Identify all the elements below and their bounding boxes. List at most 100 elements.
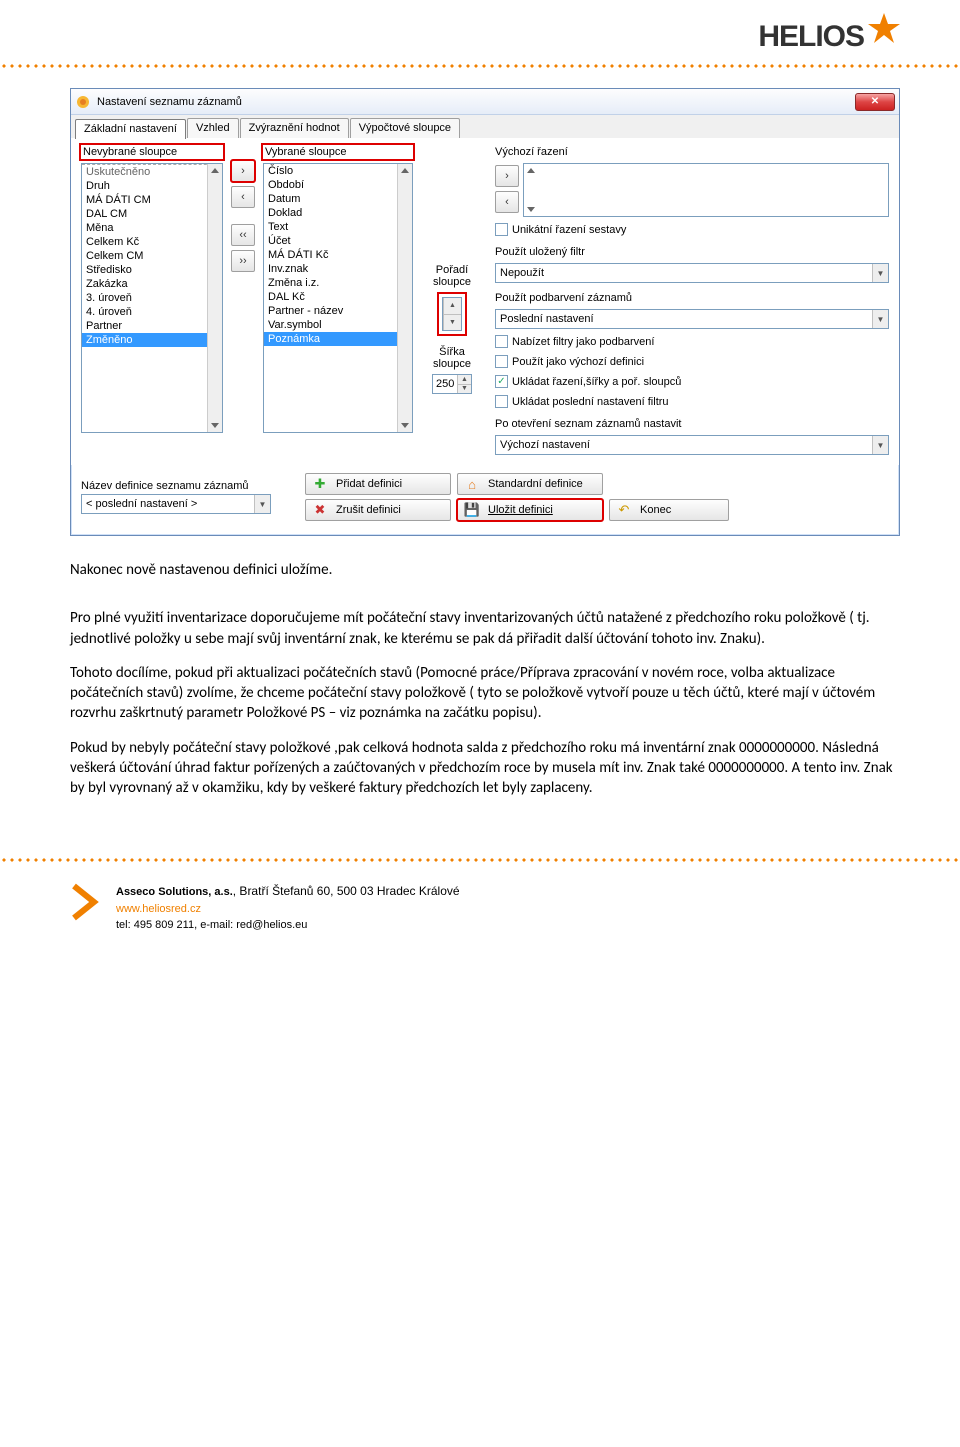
checkbox-icon <box>495 395 508 408</box>
button-label: Konec <box>640 504 671 516</box>
list-item[interactable]: Číslo <box>264 164 412 178</box>
sort-add-button[interactable]: › <box>495 165 519 187</box>
close-button[interactable]: ✕ <box>855 93 895 111</box>
document-body: Nakonec nově nastavenou definici uložíme… <box>70 560 900 798</box>
list-item[interactable]: Zakázka <box>82 277 222 291</box>
tab-computed[interactable]: Výpočtové sloupce <box>350 118 460 138</box>
scrollbar[interactable] <box>397 164 412 432</box>
definition-name-label: Název definice seznamu záznamů <box>81 480 295 492</box>
list-item[interactable]: Druh <box>82 179 222 193</box>
saved-filter-label: Použít uložený filtr <box>495 246 889 258</box>
window-icon <box>75 94 91 110</box>
home-icon: ⌂ <box>464 476 480 492</box>
spin-up-icon[interactable]: ▲ <box>443 298 461 315</box>
paragraph: Pokud by nebyly počáteční stavy položkov… <box>70 738 900 799</box>
list-item[interactable]: Datum <box>264 192 412 206</box>
use-as-default-checkbox[interactable]: Použít jako výchozí definici <box>495 354 889 369</box>
list-item[interactable]: 4. úroveň <box>82 305 222 319</box>
list-item[interactable]: Partner <box>82 319 222 333</box>
double-chevron-right-icon: ›› <box>239 255 246 267</box>
column-width-label: Šířka sloupce <box>421 346 483 370</box>
footer-website: www.heliosred.cz <box>116 901 460 918</box>
delete-icon: ✖ <box>312 502 328 518</box>
column-order-spinner[interactable]: ▲ ▼ <box>442 297 462 331</box>
close-dialog-button[interactable]: ↶ Konec <box>609 499 729 521</box>
list-item[interactable]: DAL Kč <box>264 290 412 304</box>
move-all-right-button[interactable]: ›› <box>231 250 255 272</box>
tab-appearance[interactable]: Vzhled <box>187 118 239 138</box>
close-icon: ✕ <box>871 96 879 107</box>
checkbox-icon <box>495 223 508 236</box>
row-color-select[interactable]: Poslední nastavení ▼ <box>495 309 889 329</box>
list-item[interactable]: 3. úroveň <box>82 291 222 305</box>
list-item-selected[interactable]: Poznámka <box>264 332 412 346</box>
list-item[interactable]: Středisko <box>82 263 222 277</box>
checkbox-icon <box>495 335 508 348</box>
tab-basic[interactable]: Základní nastavení <box>75 119 186 139</box>
add-definition-button[interactable]: ✚ Přidat definici <box>305 473 451 495</box>
list-item[interactable]: Partner - název <box>264 304 412 318</box>
tab-highlight[interactable]: Zvýraznění hodnot <box>240 118 349 138</box>
checkbox-label: Ukládat poslední nastavení filtru <box>512 396 669 408</box>
separator-top <box>0 64 960 68</box>
checkbox-label: Ukládat řazení,šířky a poř. sloupců <box>512 376 681 388</box>
unique-sort-checkbox[interactable]: Unikátní řazení sestavy <box>495 222 889 237</box>
save-definition-button[interactable]: 💾 Uložit definici <box>457 499 603 521</box>
column-order-label: Pořadí sloupce <box>421 264 483 288</box>
list-item[interactable]: Inv.znak <box>264 262 412 276</box>
row-color-label: Použít podbarvení záznamů <box>495 292 889 304</box>
list-item[interactable]: Text <box>264 220 412 234</box>
list-item[interactable]: Var.symbol <box>264 318 412 332</box>
offer-filters-checkbox[interactable]: Nabízet filtry jako podbarvení <box>495 334 889 349</box>
chevron-down-icon: ▼ <box>872 264 888 282</box>
default-sort-list[interactable] <box>523 163 889 217</box>
save-filter-checkbox[interactable]: Ukládat poslední nastavení filtru <box>495 394 889 409</box>
undo-icon: ↶ <box>616 502 632 518</box>
standard-definition-button[interactable]: ⌂ Standardní definice <box>457 473 603 495</box>
double-chevron-left-icon: ‹‹ <box>239 229 246 241</box>
chevron-right-icon: › <box>505 170 509 182</box>
list-item[interactable]: Měna <box>82 221 222 235</box>
definition-name-value: < poslední nastavení > <box>86 498 197 510</box>
chevron-right-icon: › <box>241 165 245 177</box>
list-item[interactable]: Uskutečněno <box>82 164 222 179</box>
list-item[interactable]: MÁ DÁTI Kč <box>264 248 412 262</box>
list-item[interactable]: Celkem CM <box>82 249 222 263</box>
settings-window: Nastavení seznamu záznamů ✕ Základní nas… <box>70 88 900 536</box>
tab-body: Nevybrané sloupce Uskutečněno Druh MÁ DÁ… <box>71 138 899 465</box>
chevron-left-icon: ‹ <box>241 191 245 203</box>
unselected-columns-list[interactable]: Uskutečněno Druh MÁ DÁTI CM DAL CM Měna … <box>81 163 223 433</box>
scrollbar[interactable] <box>207 164 222 432</box>
list-item[interactable]: Období <box>264 178 412 192</box>
footer-address: , Bratří Štefanů 60, 500 03 Hradec Králo… <box>233 884 460 898</box>
spin-down-icon[interactable]: ▼ <box>443 315 461 331</box>
list-item-selected[interactable]: Změněno <box>82 333 222 347</box>
list-item[interactable]: Celkem Kč <box>82 235 222 249</box>
list-item[interactable]: DAL CM <box>82 207 222 221</box>
move-all-left-button[interactable]: ‹‹ <box>231 224 255 246</box>
definition-name-select[interactable]: < poslední nastavení > ▼ <box>81 494 271 514</box>
save-sort-checkbox[interactable]: ✓ Ukládat řazení,šířky a poř. sloupců <box>495 374 889 389</box>
move-right-button[interactable]: › <box>231 160 255 182</box>
tab-strip: Základní nastavení Vzhled Zvýraznění hod… <box>71 115 899 138</box>
chevron-down-icon: ▼ <box>872 436 888 454</box>
paragraph: Tohoto docílíme, pokud při aktualizaci p… <box>70 663 900 724</box>
saved-filter-select[interactable]: Nepoužít ▼ <box>495 263 889 283</box>
column-width-spinner[interactable]: 250 ▲ ▼ <box>432 374 472 394</box>
default-sort-label: Výchozí řazení <box>495 146 889 158</box>
sort-remove-button[interactable]: ‹ <box>495 191 519 213</box>
spin-up-icon[interactable]: ▲ <box>457 375 471 385</box>
selected-columns-list[interactable]: Číslo Období Datum Doklad Text Účet MÁ D… <box>263 163 413 433</box>
header-logo: HELIOS <box>70 20 900 54</box>
delete-definition-button[interactable]: ✖ Zrušit definici <box>305 499 451 521</box>
list-item[interactable]: MÁ DÁTI CM <box>82 193 222 207</box>
on-open-select[interactable]: Výchozí nastavení ▼ <box>495 435 889 455</box>
checkbox-label: Použít jako výchozí definici <box>512 356 644 368</box>
spin-down-icon[interactable]: ▼ <box>457 385 471 394</box>
chevron-down-icon: ▼ <box>254 495 270 513</box>
list-item[interactable]: Změna i.z. <box>264 276 412 290</box>
page-footer: Asseco Solutions, a.s., Bratří Štefanů 6… <box>70 882 900 934</box>
list-item[interactable]: Účet <box>264 234 412 248</box>
list-item[interactable]: Doklad <box>264 206 412 220</box>
move-left-button[interactable]: ‹ <box>231 186 255 208</box>
